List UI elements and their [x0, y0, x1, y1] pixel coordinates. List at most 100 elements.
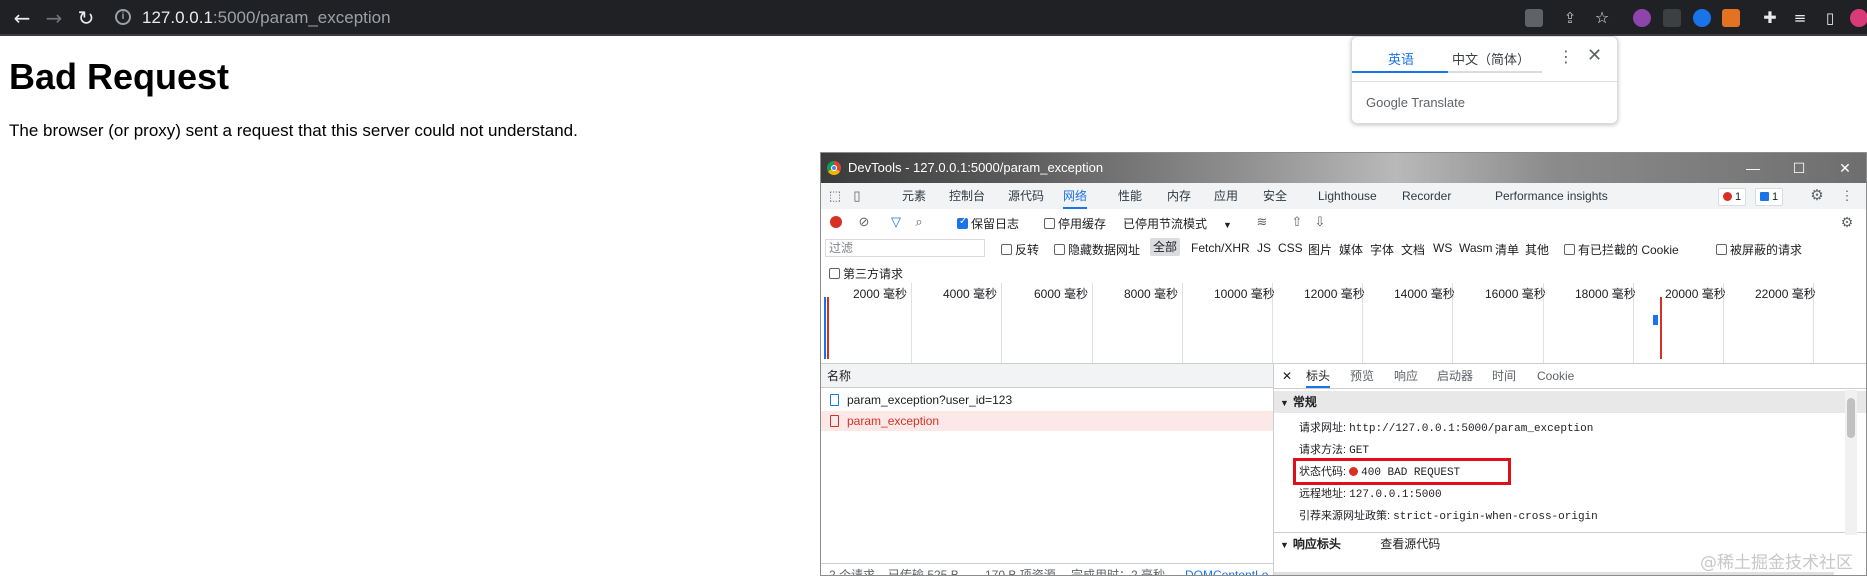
- network-status-bar: 2 个请求 已传输 525 B 170 B 项资源 完成用时：2 毫秒 DOMC…: [821, 563, 1273, 576]
- devtools-titlebar: DevTools - 127.0.0.1:5000/param_exceptio…: [821, 153, 1866, 183]
- more-options-icon[interactable]: ⋮: [1558, 47, 1574, 66]
- clear-icon[interactable]: ⊘: [856, 214, 872, 230]
- third-party-checkbox[interactable]: 第三方请求: [829, 265, 903, 282]
- timeline-tick-label: 20000 毫秒: [1665, 287, 1726, 301]
- filter-fetch-xhr[interactable]: Fetch/XHR: [1191, 241, 1250, 255]
- inspect-element-icon[interactable]: ⬚: [827, 188, 843, 204]
- filter-input[interactable]: 过滤: [825, 239, 985, 257]
- address-bar[interactable]: i 127.0.0.1:5000/param_exception: [110, 4, 1528, 32]
- reload-icon[interactable]: ↻: [74, 6, 98, 30]
- close-detail-icon[interactable]: ✕: [1282, 364, 1292, 388]
- translate-tab-english[interactable]: 英语: [1388, 49, 1414, 68]
- extension-check-icon[interactable]: [1693, 9, 1711, 27]
- vertical-scrollbar[interactable]: [1845, 390, 1857, 535]
- extensions-puzzle-icon[interactable]: ✚: [1758, 6, 1782, 30]
- preserve-log-checkbox[interactable]: 保留日志: [957, 215, 1019, 232]
- remote-address-value: 127.0.0.1:5000: [1349, 489, 1442, 501]
- back-arrow-icon[interactable]: ←: [10, 6, 34, 30]
- tab-application[interactable]: 应用: [1214, 183, 1238, 209]
- tab-security[interactable]: 安全: [1263, 183, 1287, 209]
- invert-checkbox[interactable]: 反转: [1001, 241, 1039, 258]
- filter-img[interactable]: 图片: [1308, 241, 1332, 258]
- network-toolbar: ⊘ ▽ ⌕ 保留日志 停用缓存 已停用节流模式 ▼ ≋ ⇧ ⇩ ⚙: [821, 209, 1866, 236]
- filter-font[interactable]: 字体: [1370, 241, 1394, 258]
- tab-performance[interactable]: 性能: [1118, 183, 1142, 209]
- filter-wasm[interactable]: Wasm: [1459, 241, 1493, 255]
- blocked-requests-checkbox[interactable]: 被屏蔽的请求: [1716, 241, 1802, 258]
- request-url-key: 请求网址:: [1299, 422, 1347, 434]
- view-source-link[interactable]: 查看源代码: [1380, 537, 1440, 551]
- network-overview-timeline[interactable]: 2000 毫秒 4000 毫秒 6000 毫秒 8000 毫秒 10000 毫秒 1200…: [821, 283, 1866, 364]
- record-icon[interactable]: [830, 216, 842, 228]
- blocked-cookies-checkbox[interactable]: 有已拦截的 Cookie: [1564, 241, 1679, 258]
- more-menu-icon[interactable]: ⋮: [1839, 188, 1855, 204]
- tab-headers[interactable]: 标头: [1306, 364, 1331, 388]
- filter-other[interactable]: 其他: [1525, 241, 1549, 258]
- status-highlight-box: [1293, 458, 1511, 485]
- filter-css[interactable]: CSS: [1278, 241, 1303, 255]
- disable-cache-checkbox[interactable]: 停用缓存: [1044, 215, 1106, 232]
- error-count: 1: [1735, 191, 1742, 203]
- filter-ws[interactable]: WS: [1433, 241, 1452, 255]
- tab-elements[interactable]: 元素: [902, 183, 926, 209]
- extension-icon[interactable]: [1663, 9, 1681, 27]
- tab-console[interactable]: 控制台: [949, 183, 985, 209]
- minimize-icon[interactable]: —: [1730, 153, 1776, 183]
- timeline-tick-label: 10000 毫秒: [1214, 287, 1275, 301]
- third-party-row: 第三方请求: [821, 261, 1866, 284]
- filter-all-button[interactable]: 全部: [1150, 238, 1181, 256]
- tab-lighthouse[interactable]: Lighthouse: [1318, 183, 1377, 209]
- hide-data-urls-checkbox[interactable]: 隐藏数据网址: [1054, 241, 1140, 258]
- close-window-icon[interactable]: ✕: [1822, 153, 1866, 183]
- tab-network[interactable]: 网络: [1063, 183, 1088, 209]
- translate-tab-chinese[interactable]: 中文（简体）: [1452, 49, 1530, 68]
- filter-manifest[interactable]: 清单: [1495, 241, 1519, 258]
- chevron-down-icon: ▼: [1223, 220, 1232, 230]
- general-section-header[interactable]: ▼ 常规: [1274, 391, 1866, 413]
- tab-memory[interactable]: 内存: [1167, 183, 1191, 209]
- tab-cookies[interactable]: Cookie: [1537, 364, 1574, 388]
- extension-rp-icon[interactable]: [1633, 9, 1651, 27]
- network-conditions-icon[interactable]: ≋: [1254, 214, 1270, 230]
- export-har-icon[interactable]: ⇩: [1312, 214, 1328, 230]
- tab-timing[interactable]: 时间: [1492, 364, 1516, 388]
- tab-preview[interactable]: 预览: [1350, 364, 1374, 388]
- finish-time: 完成用时：2 毫秒: [1071, 568, 1166, 576]
- forward-arrow-icon[interactable]: →: [42, 6, 66, 30]
- filter-media[interactable]: 媒体: [1339, 241, 1363, 258]
- network-settings-gear-icon[interactable]: ⚙: [1839, 214, 1855, 230]
- throttling-select[interactable]: 已停用节流模式 ▼: [1123, 215, 1232, 232]
- caret-down-icon: ▼: [1280, 398, 1289, 408]
- filter-doc[interactable]: 文档: [1401, 241, 1425, 258]
- tab-sources[interactable]: 源代码: [1008, 183, 1044, 209]
- timeline-tick-label: 14000 毫秒: [1394, 287, 1455, 301]
- request-row-error[interactable]: param_exception: [821, 411, 1273, 431]
- tab-response[interactable]: 响应: [1394, 364, 1418, 388]
- scroll-thumb[interactable]: [1847, 398, 1855, 438]
- reading-list-icon[interactable]: ≡: [1788, 6, 1812, 30]
- profile-avatar[interactable]: [1850, 9, 1867, 27]
- tab-recorder[interactable]: Recorder: [1402, 183, 1451, 209]
- search-icon[interactable]: ⌕: [911, 214, 927, 230]
- bookmark-star-icon[interactable]: ☆: [1590, 6, 1614, 30]
- side-panel-icon[interactable]: ▯: [1818, 6, 1842, 30]
- tab-performance-insights[interactable]: Performance insights: [1495, 183, 1608, 209]
- page-message: The browser (or proxy) sent a request th…: [9, 121, 578, 140]
- device-toolbar-icon[interactable]: ▯: [849, 188, 865, 204]
- close-icon[interactable]: ✕: [1587, 45, 1602, 66]
- translate-icon[interactable]: [1525, 9, 1543, 27]
- maximize-icon[interactable]: ☐: [1776, 153, 1822, 183]
- import-har-icon[interactable]: ⇧: [1289, 214, 1305, 230]
- error-count-badge[interactable]: 1: [1718, 188, 1747, 206]
- filter-js[interactable]: JS: [1257, 241, 1271, 255]
- filter-icon[interactable]: ▽: [888, 214, 904, 230]
- request-row[interactable]: param_exception?user_id=123: [821, 390, 1273, 410]
- site-info-icon[interactable]: i: [115, 9, 131, 25]
- share-icon[interactable]: ⇪: [1558, 6, 1582, 30]
- settings-gear-icon[interactable]: ⚙: [1809, 188, 1825, 204]
- filter-bar: 过滤 反转 隐藏数据网址 全部 Fetch/XHR JS CSS 图片 媒体 字…: [821, 235, 1866, 261]
- extension-fox-icon[interactable]: [1722, 9, 1740, 27]
- message-count-badge[interactable]: 1: [1755, 188, 1784, 206]
- tab-initiator[interactable]: 启动器: [1437, 364, 1473, 388]
- name-column-header[interactable]: 名称: [821, 364, 1273, 388]
